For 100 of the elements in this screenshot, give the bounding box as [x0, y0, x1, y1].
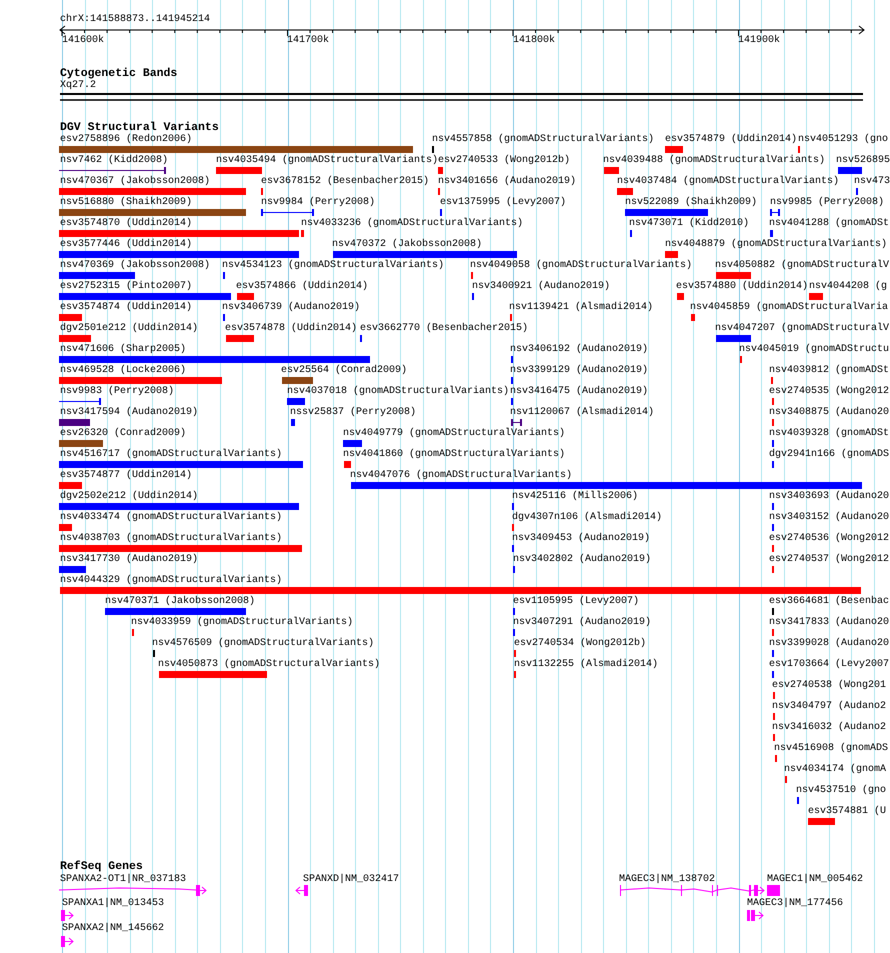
variant-label[interactable]: esv25564 (Conrad2009) — [281, 365, 408, 377]
variant-label[interactable]: nsv473071 (Kidd2010) — [629, 218, 750, 230]
variant-label[interactable]: nsv4033959 (gnomADStructuralVariants) — [131, 617, 354, 629]
variant-label[interactable]: esv3574874 (Uddin2014) — [60, 302, 192, 314]
variant-label[interactable]: esv3662770 (Besenbacher2015) — [360, 323, 528, 335]
variant-bar[interactable] — [291, 419, 295, 426]
variant-span[interactable] — [261, 209, 314, 216]
variant-label[interactable]: esv3664681 (Besenbac — [769, 596, 890, 608]
variant-label[interactable]: nsv473 — [854, 176, 890, 188]
variant-label[interactable]: nsv4037018 (gnomADStructuralVariants) — [287, 386, 510, 398]
variant-label[interactable]: nsv470372 (Jakobsson2008) — [332, 239, 482, 251]
variant-label[interactable]: nsv3401656 (Audano2019) — [438, 176, 576, 188]
gene-label[interactable]: SPANXA1|NM_013453 — [62, 898, 164, 910]
variant-bar[interactable] — [665, 146, 683, 153]
variant-label[interactable]: dgv2941n166 (gnomADS — [769, 449, 890, 461]
variant-bar[interactable] — [59, 293, 231, 300]
gene-model-drawing[interactable] — [59, 885, 207, 896]
variant-label[interactable]: esv3678152 (Besenbacher2015) — [261, 176, 430, 188]
variant-label[interactable]: esv3577446 (Uddin2014) — [60, 239, 192, 251]
variant-label[interactable]: nsv4039812 (gnomADSt — [769, 365, 890, 377]
variant-label[interactable]: nsv4033474 (gnomADStructuralVariants) — [60, 512, 282, 524]
variant-bar[interactable] — [59, 377, 222, 384]
variant-label[interactable]: nsv3404797 (Audano2 — [772, 701, 886, 713]
variant-label[interactable]: nsv4576509 (gnomADStructuralVariants) — [152, 638, 374, 650]
variant-bar[interactable] — [59, 419, 90, 426]
variant-span[interactable] — [59, 167, 166, 174]
variant-label[interactable]: nsv4044329 (gnomADStructuralVariants) — [60, 575, 282, 587]
gene-model-drawing[interactable] — [61, 910, 74, 921]
variant-label[interactable]: nsv3406739 (Audano2019) — [222, 302, 360, 314]
variant-bar[interactable] — [808, 818, 835, 825]
variant-bar[interactable] — [226, 335, 254, 342]
variant-label[interactable]: nsv4050873 (gnomADStructuralVariants) — [158, 659, 380, 671]
variant-label[interactable]: nsv3416032 (Audano2 — [772, 722, 886, 734]
variant-label[interactable]: esv2740534 (Wong2012b) — [514, 638, 646, 650]
variant-label[interactable]: nsv4049058 (gnomADStructuralVariants) — [470, 260, 692, 272]
variant-label[interactable]: nsv4516717 (gnomADStructuralVariants) — [60, 449, 282, 461]
variant-label[interactable]: nsv4044208 (g — [809, 281, 888, 293]
gene-label[interactable]: MAGEC1|NM_005462 — [767, 874, 864, 886]
variant-label[interactable]: esv2740537 (Wong2012 — [769, 554, 890, 566]
variant-label[interactable]: nsv3417833 (Audano20 — [769, 617, 890, 629]
variant-label[interactable]: nsv4049779 (gnomADStructuralVariants) — [343, 428, 566, 440]
variant-bar[interactable] — [333, 251, 517, 258]
variant-label[interactable]: nsv3399129 (Audano2019) — [510, 365, 648, 377]
variant-label[interactable]: dgv4307n106 (Alsmadi2014) — [512, 512, 662, 524]
variant-bar[interactable] — [677, 293, 684, 300]
variant-label[interactable]: nsv3416475 (Audano2019) — [510, 386, 648, 398]
variant-bar[interactable] — [838, 167, 862, 174]
gene-model-drawing[interactable] — [295, 885, 309, 896]
variant-bar[interactable] — [59, 482, 82, 489]
variant-label[interactable]: esv3574866 (Uddin2014) — [236, 281, 368, 293]
variant-label[interactable]: nsv3409453 (Audano2019) — [512, 533, 650, 545]
variant-label[interactable]: nsv526895 — [836, 155, 890, 167]
variant-bar[interactable] — [343, 440, 362, 447]
variant-label[interactable]: nsv425116 (Mills2006) — [512, 491, 638, 503]
variant-label[interactable]: esv2740533 (Wong2012b) — [438, 155, 570, 167]
variant-label[interactable]: nsv4039328 (gnomADSt — [769, 428, 890, 440]
variant-label[interactable]: esv2740535 (Wong2012 — [769, 386, 890, 398]
variant-label[interactable]: nsv4048879 (gnomADStructuralVariants) — [665, 239, 888, 251]
variant-label[interactable]: esv1375995 (Levy2007) — [440, 197, 566, 209]
variant-bar[interactable] — [59, 188, 246, 195]
variant-label[interactable]: nssv25837 (Perry2008) — [290, 407, 416, 419]
variant-label[interactable]: nsv3402802 (Audano2019) — [513, 554, 652, 566]
gene-label[interactable]: MAGEC3|NM_138702 — [619, 874, 716, 886]
variant-bar[interactable] — [60, 587, 861, 594]
variant-bar[interactable] — [59, 545, 302, 552]
variant-bar[interactable] — [59, 230, 299, 237]
variant-label[interactable]: nsv3403152 (Audano20 — [769, 512, 890, 524]
variant-label[interactable]: nsv4045019 (gnomADStructu — [739, 344, 890, 356]
variant-label[interactable]: nsv4047076 (gnomADStructuralVariants) — [350, 470, 572, 482]
variant-bar[interactable] — [282, 377, 313, 384]
variant-bar[interactable] — [59, 272, 135, 279]
variant-label[interactable]: nsv1139421 (Alsmadi2014) — [509, 302, 654, 314]
variant-label[interactable]: nsv4534123 (gnomADStructuralVariants) — [222, 260, 444, 272]
variant-bar[interactable] — [351, 482, 862, 489]
variant-label[interactable]: nsv3399028 (Audano20 — [769, 638, 890, 650]
variant-bar[interactable] — [237, 293, 254, 300]
variant-label[interactable]: esv1105995 (Levy2007) — [513, 596, 640, 608]
variant-bar[interactable] — [59, 335, 91, 342]
variant-label[interactable]: esv1703664 (Levy2007 — [769, 659, 890, 671]
variant-bar[interactable] — [604, 167, 619, 174]
variant-bar[interactable] — [716, 335, 751, 342]
variant-bar[interactable] — [625, 209, 708, 216]
variant-label[interactable]: nsv4516908 (gnomADS — [774, 743, 888, 755]
variant-bar[interactable] — [438, 167, 443, 174]
variant-label[interactable]: esv3574880 (Uddin2014) — [676, 281, 808, 293]
variant-label[interactable]: esv3574878 (Uddin2014) — [225, 323, 358, 335]
variant-bar[interactable] — [287, 398, 305, 405]
variant-bar[interactable] — [159, 671, 267, 678]
variant-label[interactable]: esv3574870 (Uddin2014) — [60, 218, 192, 230]
variant-label[interactable]: nsv4033236 (gnomADStructuralVariants) — [301, 218, 524, 230]
variant-label[interactable]: nsv4037484 (gnomADStructuralVariants) — [617, 176, 840, 188]
variant-bar[interactable] — [59, 461, 303, 468]
variant-label[interactable]: nsv3417594 (Audano2019) — [60, 407, 198, 419]
variant-label[interactable]: esv2740536 (Wong2012 — [769, 533, 890, 545]
variant-label[interactable]: nsv470367 (Jakobsson2008) — [60, 176, 210, 188]
variant-label[interactable]: nsv1120067 (Alsmadi2014) — [510, 407, 654, 419]
gene-model-drawing[interactable] — [61, 936, 74, 947]
variant-label[interactable]: nsv3417730 (Audano2019) — [60, 554, 198, 566]
variant-span[interactable] — [59, 398, 101, 405]
variant-label[interactable]: nsv516880 (Shaikh2009) — [60, 197, 192, 209]
